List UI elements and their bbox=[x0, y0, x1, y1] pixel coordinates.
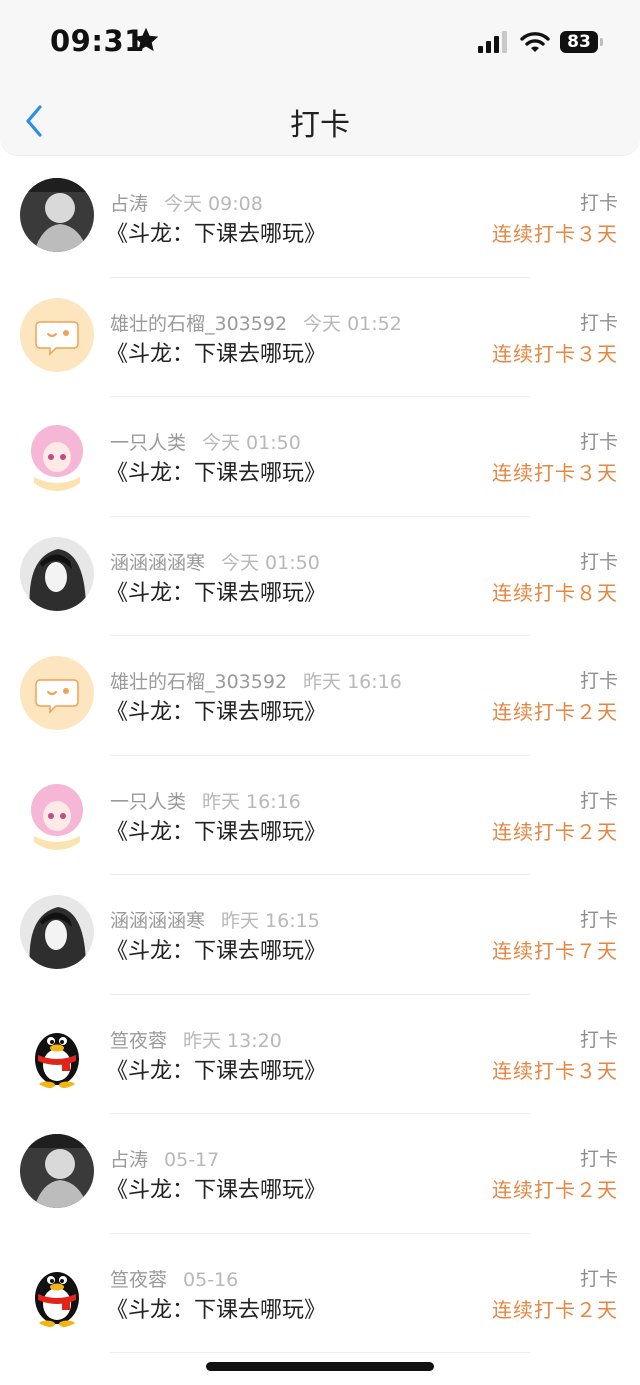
action-label: 打卡 bbox=[579, 789, 618, 812]
entry-meta: 一只人类 昨天 16:16 bbox=[110, 787, 301, 814]
action-label: 打卡 bbox=[579, 670, 618, 692]
battery-level: 83 bbox=[567, 32, 591, 52]
book-title[interactable]: 《斗龙：下课去哪玩》 bbox=[106, 1172, 326, 1204]
timestamp: 今天 09:08 bbox=[164, 193, 263, 215]
entry-meta: 占涛 05-17 bbox=[110, 1145, 219, 1172]
username[interactable]: 涵涵涵涵寒 bbox=[110, 910, 205, 932]
entry-meta: 雄壮的石榴_303592 今天 01:52 bbox=[110, 309, 402, 336]
divider bbox=[110, 1352, 530, 1353]
battery-indicator: 83 bbox=[560, 31, 603, 53]
list-item[interactable]: 涵涵涵涵寒 昨天 16:15 《斗龙：下课去哪玩》 打卡 连续打卡７天 bbox=[0, 875, 640, 995]
username[interactable]: 雄壮的石榴_303592 bbox=[110, 671, 287, 693]
avatar-speech-bubble-icon[interactable] bbox=[20, 656, 94, 730]
checkin-list: 占涛 今天 09:08 《斗龙：下课去哪玩》 打卡 连续打卡３天 雄壮的石榴_30… bbox=[0, 158, 640, 1353]
list-item[interactable]: 雄壮的石榴_303592 昨天 16:16 《斗龙：下课去哪玩》 打卡 连续打卡２… bbox=[0, 636, 640, 756]
streak-label: 连续打卡３天 bbox=[492, 461, 618, 485]
timestamp: 今天 01:50 bbox=[221, 551, 320, 574]
streak-label: 连续打卡８天 bbox=[492, 580, 618, 605]
entry-meta: 笪夜蓉 05-16 bbox=[110, 1265, 238, 1292]
timestamp: 昨天 16:15 bbox=[221, 910, 320, 932]
avatar-anime-pink[interactable] bbox=[20, 417, 94, 491]
list-item[interactable]: 一只人类 昨天 16:16 《斗龙：下课去哪玩》 打卡 连续打卡２天 bbox=[0, 756, 640, 875]
avatar-anime-pink[interactable] bbox=[20, 775, 94, 850]
book-title[interactable]: 《斗龙：下课去哪玩》 bbox=[106, 1292, 326, 1324]
list-item[interactable]: 笪夜蓉 昨天 13:20 《斗龙：下课去哪玩》 打卡 连续打卡３天 bbox=[0, 995, 640, 1114]
username[interactable]: 涵涵涵涵寒 bbox=[110, 552, 205, 574]
username[interactable]: 占涛 bbox=[110, 1149, 148, 1171]
streak-label: 连续打卡２天 bbox=[492, 700, 618, 724]
username[interactable]: 雄壮的石榴_303592 bbox=[110, 313, 287, 335]
streak-label: 连续打卡２天 bbox=[492, 1297, 618, 1322]
list-item[interactable]: 占涛 05-17 《斗龙：下课去哪玩》 打卡 连续打卡２天 bbox=[0, 1114, 640, 1234]
home-indicator[interactable] bbox=[206, 1362, 434, 1371]
action-label: 打卡 bbox=[579, 1028, 618, 1051]
streak-label: 连续打卡３天 bbox=[492, 341, 618, 366]
streak-label: 连续打卡２天 bbox=[492, 819, 618, 844]
book-title[interactable]: 《斗龙：下课去哪玩》 bbox=[106, 455, 326, 487]
username[interactable]: 一只人类 bbox=[110, 791, 186, 813]
status-time: 09:31 bbox=[50, 24, 145, 58]
avatar-penguin-icon[interactable] bbox=[20, 1253, 94, 1328]
avatar-anime-dark[interactable] bbox=[20, 895, 94, 969]
avatar-photo[interactable] bbox=[20, 178, 94, 252]
star-icon bbox=[133, 27, 159, 52]
book-title[interactable]: 《斗龙：下课去哪玩》 bbox=[106, 814, 326, 846]
nav-header: 09:31 83 打卡 bbox=[0, 0, 640, 156]
avatar-speech-bubble-icon[interactable] bbox=[20, 297, 94, 372]
list-item[interactable]: 涵涵涵涵寒 今天 01:50 《斗龙：下课去哪玩》 打卡 连续打卡８天 bbox=[0, 517, 640, 636]
book-title[interactable]: 《斗龙：下课去哪玩》 bbox=[106, 694, 326, 726]
timestamp: 05-17 bbox=[164, 1149, 220, 1171]
book-title[interactable]: 《斗龙：下课去哪玩》 bbox=[106, 216, 326, 248]
entry-meta: 雄壮的石榴_303592 昨天 16:16 bbox=[110, 667, 402, 694]
book-title[interactable]: 《斗龙：下课去哪玩》 bbox=[106, 336, 326, 368]
timestamp: 昨天 16:16 bbox=[202, 790, 301, 813]
username[interactable]: 笪夜蓉 bbox=[110, 1030, 167, 1052]
action-label: 打卡 bbox=[579, 1148, 618, 1170]
list-item[interactable]: 一只人类 今天 01:50 《斗龙：下课去哪玩》 打卡 连续打卡３天 bbox=[0, 397, 640, 517]
entry-meta: 一只人类 今天 01:50 bbox=[110, 428, 301, 455]
timestamp: 昨天 13:20 bbox=[183, 1029, 282, 1052]
entry-meta: 涵涵涵涵寒 昨天 16:15 bbox=[110, 906, 320, 933]
signal-icon bbox=[478, 31, 507, 53]
action-label: 打卡 bbox=[579, 550, 618, 573]
book-title[interactable]: 《斗龙：下课去哪玩》 bbox=[106, 933, 326, 965]
entry-meta: 涵涵涵涵寒 今天 01:50 bbox=[110, 548, 320, 575]
list-item[interactable]: 占涛 今天 09:08 《斗龙：下课去哪玩》 打卡 连续打卡３天 bbox=[0, 158, 640, 278]
page-title: 打卡 bbox=[290, 108, 350, 143]
book-title[interactable]: 《斗龙：下课去哪玩》 bbox=[106, 575, 326, 607]
action-label: 打卡 bbox=[579, 909, 618, 931]
timestamp: 05-16 bbox=[183, 1268, 239, 1291]
avatar-penguin-icon[interactable] bbox=[20, 1014, 94, 1089]
username[interactable]: 占涛 bbox=[110, 193, 148, 215]
streak-label: 连续打卡２天 bbox=[492, 1178, 618, 1202]
timestamp: 今天 01:50 bbox=[202, 432, 301, 454]
avatar-photo[interactable] bbox=[20, 1134, 94, 1208]
book-title[interactable]: 《斗龙：下课去哪玩》 bbox=[106, 1053, 326, 1085]
timestamp: 昨天 16:16 bbox=[303, 671, 402, 693]
streak-label: 连续打卡７天 bbox=[492, 939, 618, 963]
status-indicators: 83 bbox=[478, 31, 603, 53]
list-item[interactable]: 雄壮的石榴_303592 今天 01:52 《斗龙：下课去哪玩》 打卡 连续打卡３… bbox=[0, 278, 640, 397]
action-label: 打卡 bbox=[579, 311, 618, 334]
action-label: 打卡 bbox=[579, 192, 618, 214]
wifi-icon bbox=[520, 32, 550, 52]
timestamp: 今天 01:52 bbox=[303, 312, 402, 335]
entry-meta: 笪夜蓉 昨天 13:20 bbox=[110, 1026, 282, 1053]
action-label: 打卡 bbox=[579, 431, 618, 453]
username[interactable]: 笪夜蓉 bbox=[110, 1269, 167, 1291]
entry-meta: 占涛 今天 09:08 bbox=[110, 189, 263, 216]
username[interactable]: 一只人类 bbox=[110, 432, 186, 454]
list-item[interactable]: 笪夜蓉 05-16 《斗龙：下课去哪玩》 打卡 连续打卡２天 bbox=[0, 1234, 640, 1353]
streak-label: 连续打卡３天 bbox=[492, 1058, 618, 1083]
avatar-anime-dark[interactable] bbox=[20, 536, 94, 611]
streak-label: 连续打卡３天 bbox=[492, 222, 618, 246]
action-label: 打卡 bbox=[579, 1267, 618, 1290]
